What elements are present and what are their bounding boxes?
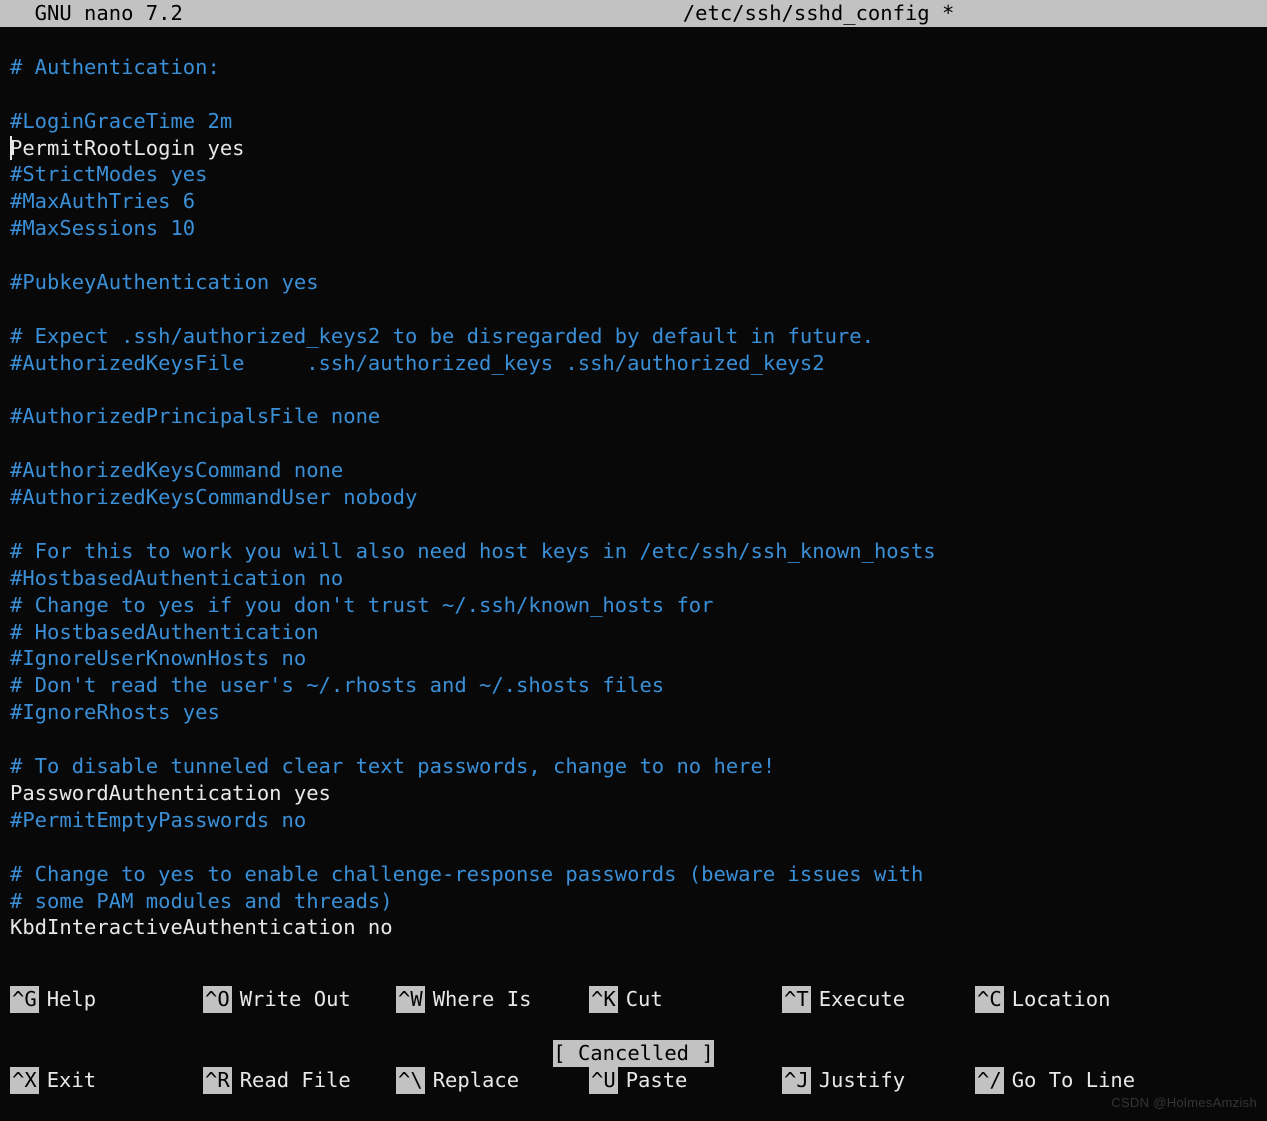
editor-line[interactable]: #IgnoreUserKnownHosts no bbox=[10, 645, 1257, 672]
shortcut-label: Location bbox=[1012, 986, 1111, 1013]
line-text: # For this to work you will also need ho… bbox=[10, 539, 936, 563]
shortcut-label: Cut bbox=[626, 986, 663, 1013]
shortcut-key: ^C bbox=[975, 986, 1004, 1013]
shortcut-key: ^G bbox=[10, 986, 39, 1013]
editor-line[interactable]: # Don't read the user's ~/.rhosts and ~/… bbox=[10, 672, 1257, 699]
editor-line[interactable]: #PermitEmptyPasswords no bbox=[10, 807, 1257, 834]
editor-line[interactable]: #LoginGraceTime 2m bbox=[10, 108, 1257, 135]
editor-line[interactable]: #IgnoreRhosts yes bbox=[10, 699, 1257, 726]
editor-line[interactable] bbox=[10, 81, 1257, 108]
shortcut-key: ^/ bbox=[975, 1067, 1004, 1094]
shortcut-key: ^W bbox=[396, 986, 425, 1013]
shortcut-execute[interactable]: ^T Execute bbox=[782, 986, 975, 1013]
line-text: # Authentication: bbox=[10, 55, 220, 79]
editor-line[interactable]: # some PAM modules and threads) bbox=[10, 888, 1257, 915]
line-text: #IgnoreRhosts yes bbox=[10, 700, 220, 724]
shortcut-replace[interactable]: ^\ Replace bbox=[396, 1067, 589, 1094]
file-name: /etc/ssh/sshd_config * bbox=[183, 0, 1267, 27]
app-name: GNU nano 7.2 bbox=[0, 0, 183, 27]
shortcut-key: ^R bbox=[203, 1067, 232, 1094]
editor-line[interactable]: #AuthorizedKeysFile .ssh/authorized_keys… bbox=[10, 350, 1257, 377]
shortcut-where-is[interactable]: ^W Where Is bbox=[396, 986, 589, 1013]
shortcut-help[interactable]: ^G Help bbox=[10, 986, 203, 1013]
editor-area[interactable]: # Authentication: #LoginGraceTime 2m Permi… bbox=[0, 27, 1267, 941]
line-text: #AuthorizedKeysCommandUser nobody bbox=[10, 485, 417, 509]
line-text: #MaxAuthTries 6 bbox=[10, 189, 195, 213]
shortcut-key: ^\ bbox=[396, 1067, 425, 1094]
editor-line[interactable] bbox=[10, 430, 1257, 457]
shortcut-key: ^J bbox=[782, 1067, 811, 1094]
shortcut-key: ^X bbox=[10, 1067, 39, 1094]
shortcut-label: Write Out bbox=[240, 986, 351, 1013]
line-text: #AuthorizedPrincipalsFile none bbox=[10, 404, 380, 428]
shortcut-bar: ^G Help ^O Write Out ^W Where Is ^K Cut ^T Execut… bbox=[0, 932, 1267, 1121]
line-text: #PermitEmptyPasswords no bbox=[10, 808, 306, 832]
line-text: #AuthorizedKeysFile .ssh/authorized_keys… bbox=[10, 351, 825, 375]
line-text: #AuthorizedKeysCommand none bbox=[10, 458, 343, 482]
editor-line[interactable] bbox=[10, 27, 1257, 54]
editor-line[interactable]: #AuthorizedKeysCommandUser nobody bbox=[10, 484, 1257, 511]
line-text: #LoginGraceTime 2m bbox=[10, 109, 232, 133]
line-text: # some PAM modules and threads) bbox=[10, 889, 393, 913]
line-text: # Change to yes to enable challenge-resp… bbox=[10, 862, 923, 886]
title-bar: GNU nano 7.2 /etc/ssh/sshd_config * bbox=[0, 0, 1267, 27]
shortcut-location[interactable]: ^C Location bbox=[975, 986, 1168, 1013]
shortcut-read-file[interactable]: ^R Read File bbox=[203, 1067, 396, 1094]
shortcut-row-2: ^X Exit ^R Read File ^\ Replace ^U Paste ^J Justi… bbox=[0, 1067, 1267, 1094]
editor-line[interactable] bbox=[10, 834, 1257, 861]
editor-line[interactable]: #MaxAuthTries 6 bbox=[10, 188, 1257, 215]
editor-line[interactable] bbox=[10, 377, 1257, 404]
editor-line[interactable]: # Change to yes if you don't trust ~/.ss… bbox=[10, 592, 1257, 619]
shortcut-write-out[interactable]: ^O Write Out bbox=[203, 986, 396, 1013]
editor-line[interactable]: # For this to work you will also need ho… bbox=[10, 538, 1257, 565]
editor-line[interactable]: #PubkeyAuthentication yes bbox=[10, 269, 1257, 296]
shortcut-key: ^T bbox=[782, 986, 811, 1013]
line-text: PermitRootLogin yes bbox=[10, 136, 245, 160]
editor-line[interactable]: #HostbasedAuthentication no bbox=[10, 565, 1257, 592]
editor-line[interactable]: # Authentication: bbox=[10, 54, 1257, 81]
line-text: PasswordAuthentication yes bbox=[10, 781, 331, 805]
shortcut-label: Replace bbox=[433, 1067, 519, 1094]
editor-line[interactable]: # Change to yes to enable challenge-resp… bbox=[10, 861, 1257, 888]
editor-line[interactable] bbox=[10, 726, 1257, 753]
shortcut-exit[interactable]: ^X Exit bbox=[10, 1067, 203, 1094]
line-text: #MaxSessions 10 bbox=[10, 216, 195, 240]
shortcut-label: Paste bbox=[626, 1067, 688, 1094]
shortcut-label: Justify bbox=[819, 1067, 905, 1094]
line-text: # Expect .ssh/authorized_keys2 to be dis… bbox=[10, 324, 874, 348]
shortcut-label: Exit bbox=[47, 1067, 96, 1094]
line-text: # Don't read the user's ~/.rhosts and ~/… bbox=[10, 673, 664, 697]
line-text: # HostbasedAuthentication bbox=[10, 620, 319, 644]
editor-line[interactable] bbox=[10, 296, 1257, 323]
shortcut-key: ^U bbox=[589, 1067, 618, 1094]
editor-line[interactable]: PermitRootLogin yes bbox=[10, 135, 1257, 162]
shortcut-row-1: ^G Help ^O Write Out ^W Where Is ^K Cut ^T Execut… bbox=[0, 986, 1267, 1013]
editor-line[interactable]: # HostbasedAuthentication bbox=[10, 619, 1257, 646]
line-text: # To disable tunneled clear text passwor… bbox=[10, 754, 775, 778]
shortcut-key: ^O bbox=[203, 986, 232, 1013]
shortcut-cut[interactable]: ^K Cut bbox=[589, 986, 782, 1013]
line-text: #HostbasedAuthentication no bbox=[10, 566, 343, 590]
line-text: #StrictModes yes bbox=[10, 162, 207, 186]
shortcut-label: Where Is bbox=[433, 986, 532, 1013]
shortcut-label: Execute bbox=[819, 986, 905, 1013]
shortcut-justify[interactable]: ^J Justify bbox=[782, 1067, 975, 1094]
line-text: #IgnoreUserKnownHosts no bbox=[10, 646, 306, 670]
editor-line[interactable] bbox=[10, 511, 1257, 538]
line-text: #PubkeyAuthentication yes bbox=[10, 270, 319, 294]
editor-line[interactable]: #AuthorizedKeysCommand none bbox=[10, 457, 1257, 484]
editor-line[interactable]: # To disable tunneled clear text passwor… bbox=[10, 753, 1257, 780]
editor-line[interactable]: #AuthorizedPrincipalsFile none bbox=[10, 403, 1257, 430]
editor-line[interactable]: #StrictModes yes bbox=[10, 161, 1257, 188]
shortcut-label: Help bbox=[47, 986, 96, 1013]
shortcut-paste[interactable]: ^U Paste bbox=[589, 1067, 782, 1094]
shortcut-label: Read File bbox=[240, 1067, 351, 1094]
editor-line[interactable]: #MaxSessions 10 bbox=[10, 215, 1257, 242]
shortcut-key: ^K bbox=[589, 986, 618, 1013]
line-text: # Change to yes if you don't trust ~/.ss… bbox=[10, 593, 714, 617]
editor-line[interactable]: # Expect .ssh/authorized_keys2 to be dis… bbox=[10, 323, 1257, 350]
editor-line[interactable]: PasswordAuthentication yes bbox=[10, 780, 1257, 807]
watermark: CSDN @HolmesAmzish bbox=[1111, 1090, 1257, 1117]
editor-line[interactable] bbox=[10, 242, 1257, 269]
